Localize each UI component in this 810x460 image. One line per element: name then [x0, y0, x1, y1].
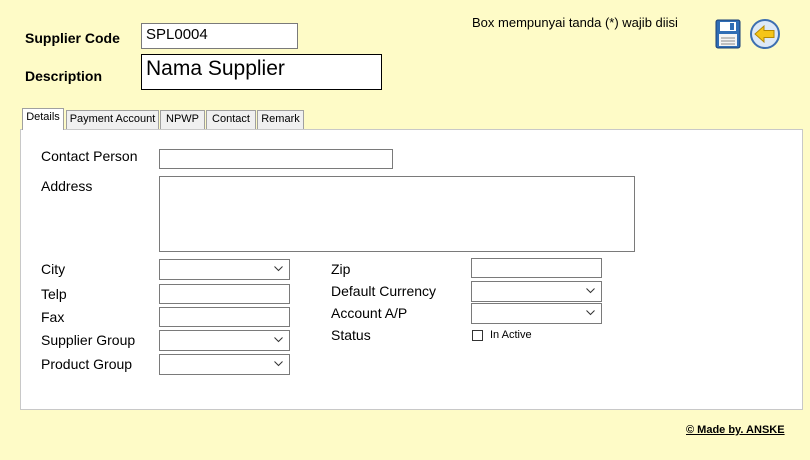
details-panel: Contact Person Address City Telp Fax Sup…	[20, 129, 803, 410]
supplier-code-field[interactable]: SPL0004	[141, 23, 298, 49]
tab-contact[interactable]: Contact	[206, 110, 256, 129]
product-group-label: Product Group	[41, 356, 133, 372]
tab-payment-account[interactable]: Payment Account	[66, 110, 159, 129]
supplier-group-label: Supplier Group	[41, 332, 136, 348]
chevron-down-icon	[274, 266, 283, 272]
account-ap-dropdown[interactable]	[471, 303, 602, 324]
city-label: City	[41, 261, 66, 277]
zip-field[interactable]	[471, 258, 602, 278]
address-field[interactable]	[159, 176, 635, 252]
required-notice: Box mempunyai tanda (*) wajib diisi	[472, 15, 678, 30]
chevron-down-icon	[586, 288, 595, 294]
contact-person-field[interactable]	[159, 149, 393, 169]
product-group-dropdown[interactable]	[159, 354, 290, 375]
supplier-group-dropdown[interactable]	[159, 330, 290, 351]
in-active-label: In Active	[490, 329, 532, 341]
supplier-code-label: Supplier Code	[25, 30, 120, 46]
save-button[interactable]	[714, 18, 742, 50]
chevron-down-icon	[274, 337, 283, 343]
made-by-credit: © Made by. ANSKE	[686, 424, 785, 436]
description-label: Description	[25, 68, 103, 84]
contact-person-label: Contact Person	[41, 148, 138, 164]
back-arrow-icon	[750, 19, 780, 49]
tab-details[interactable]: Details	[22, 108, 64, 130]
default-currency-dropdown[interactable]	[471, 281, 602, 302]
fax-label: Fax	[41, 309, 65, 325]
city-dropdown[interactable]	[159, 259, 290, 280]
chevron-down-icon	[274, 361, 283, 367]
address-label: Address	[41, 178, 93, 194]
default-currency-label: Default Currency	[331, 283, 437, 299]
description-field[interactable]: Nama Supplier	[141, 54, 382, 90]
zip-label: Zip	[331, 261, 351, 277]
telp-label: Telp	[41, 286, 67, 302]
telp-field[interactable]	[159, 284, 290, 304]
save-icon	[715, 19, 741, 49]
tab-remark[interactable]: Remark	[257, 110, 304, 129]
fax-field[interactable]	[159, 307, 290, 327]
back-button[interactable]	[749, 18, 781, 50]
account-ap-label: Account A/P	[331, 305, 408, 321]
status-label: Status	[331, 327, 371, 343]
in-active-checkbox[interactable]	[472, 330, 483, 341]
chevron-down-icon	[586, 310, 595, 316]
tab-npwp[interactable]: NPWP	[160, 110, 205, 129]
